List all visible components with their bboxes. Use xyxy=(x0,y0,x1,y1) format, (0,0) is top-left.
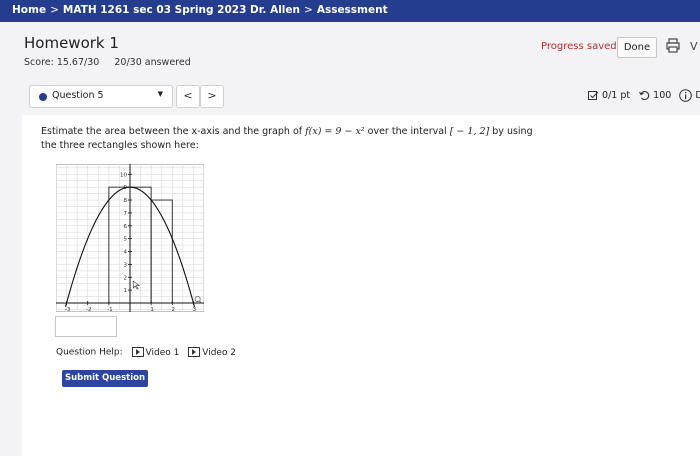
answered-count: 20/30 answered xyxy=(114,57,191,68)
question-help-label: Question Help: xyxy=(56,347,123,358)
question-selector[interactable]: Question 5 ▼ xyxy=(29,85,173,108)
attempts-text: 100 xyxy=(653,90,672,101)
question-text-part: over the interval xyxy=(364,126,450,137)
x-tick-label: -1 xyxy=(107,307,112,312)
checkbox-edit-icon xyxy=(588,91,599,100)
question-text-part: Estimate the area between the x-axis and… xyxy=(41,126,306,137)
answer-input[interactable] xyxy=(55,316,117,337)
video-1-label: Video 1 xyxy=(145,347,180,358)
video-1-link[interactable]: Video 1 xyxy=(131,347,180,358)
x-tick-label: 2 xyxy=(172,307,176,312)
y-tick-label: 1 xyxy=(124,288,128,294)
y-tick-label: 6 xyxy=(124,224,128,230)
video-2-label: Video 2 xyxy=(202,347,237,358)
video-2-link[interactable]: Video 2 xyxy=(188,347,237,358)
question-selector-label: Question 5 xyxy=(52,90,104,101)
video-icon xyxy=(188,347,201,357)
breadcrumb-separator: > xyxy=(304,4,313,16)
progress-status: Progress saved xyxy=(541,41,617,52)
print-icon[interactable] xyxy=(666,38,680,54)
score-summary: Score: 15.67/30 20/30 answered xyxy=(24,57,191,68)
y-tick-label: 4 xyxy=(124,250,128,256)
y-tick-label: 3 xyxy=(124,262,128,268)
retry-icon xyxy=(639,91,650,101)
next-question-button[interactable]: > xyxy=(200,85,224,108)
breadcrumb-home[interactable]: Home xyxy=(12,4,46,16)
breadcrumb-course[interactable]: MATH 1261 sec 03 Spring 2023 Dr. Allen xyxy=(63,4,300,16)
x-tick-label: -2 xyxy=(86,307,91,312)
truncated-menu-text[interactable]: V xyxy=(690,40,698,53)
submit-question-button[interactable]: Submit Question xyxy=(62,370,148,387)
question-panel: Estimate the area between the x-axis and… xyxy=(22,115,700,456)
question-status-dot xyxy=(39,93,47,101)
x-tick-label: -3 xyxy=(65,307,71,312)
x-tick-label: 3 xyxy=(193,307,197,312)
video-icon xyxy=(131,347,144,357)
info-icon[interactable] xyxy=(679,89,693,102)
y-tick-label: 2 xyxy=(124,275,128,281)
breadcrumb-current: Assessment xyxy=(316,4,388,16)
top-navigation-bar: Home > MATH 1261 sec 03 Spring 2023 Dr. Al… xyxy=(0,0,700,22)
points-text: 0/1 pt xyxy=(602,90,631,101)
y-tick-label: 5 xyxy=(124,237,128,243)
done-button[interactable]: Done xyxy=(617,37,657,58)
question-help: Question Help: Video 1 Video 2 xyxy=(56,347,236,358)
question-meta: 0/1 pt 100 D xyxy=(588,89,700,102)
previous-question-button[interactable]: < xyxy=(176,85,200,108)
truncated-meta-text: D xyxy=(695,90,700,101)
breadcrumb-separator: > xyxy=(50,4,59,16)
y-tick-label: 7 xyxy=(124,211,128,217)
chevron-down-icon: ▼ xyxy=(157,90,163,98)
x-tick-label: 1 xyxy=(150,307,154,312)
y-tick-label: 9 xyxy=(124,185,128,191)
breadcrumb: Home > MATH 1261 sec 03 Spring 2023 Dr. Al… xyxy=(12,4,388,16)
interval-expression: [ − 1, 2] xyxy=(449,126,490,137)
question-text: Estimate the area between the x-axis and… xyxy=(41,125,541,153)
homework-title: Homework 1 xyxy=(24,34,119,52)
score-value: Score: 15.67/30 xyxy=(24,57,100,68)
y-tick-label: 10 xyxy=(120,172,127,178)
function-graph: -3 -2 -1 1 2 3 1 2 3 4 5 6 7 8 9 10 xyxy=(56,164,204,312)
function-expression: f(x) = 9 − x² xyxy=(305,126,365,137)
y-tick-label: 8 xyxy=(124,198,128,204)
